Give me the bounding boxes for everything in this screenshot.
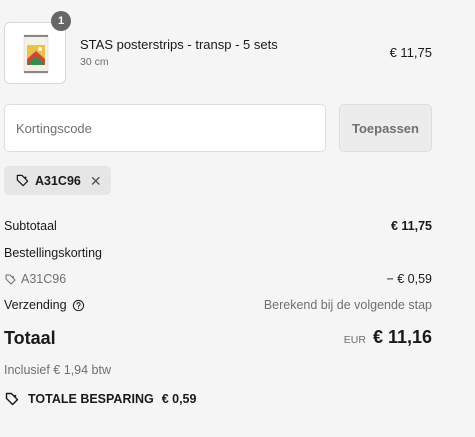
close-icon[interactable]: ✕ xyxy=(90,174,102,188)
product-variant: 30 cm xyxy=(80,56,109,68)
discount-code-input[interactable] xyxy=(4,104,326,152)
shipping-value: Berekend bij de volgende stap xyxy=(263,298,432,312)
order-discount-label: Bestellingskorting xyxy=(4,246,102,260)
total-currency: EUR xyxy=(343,334,366,346)
product-name: STAS posterstrips - transp - 5 sets xyxy=(80,37,278,52)
applied-discount-chip: A31C96 ✕ xyxy=(4,166,111,195)
applied-discount-code: A31C96 xyxy=(35,173,81,188)
subtotal-value: € 11,75 xyxy=(390,219,432,233)
help-circle-icon[interactable] xyxy=(72,299,85,312)
tag-icon xyxy=(15,173,30,188)
subtotal-label: Subtotaal xyxy=(4,219,57,233)
quantity-badge: 1 xyxy=(51,11,71,31)
total-label: Totaal xyxy=(4,328,56,348)
poster-thumbnail-icon xyxy=(23,34,49,74)
savings-value: € 0,59 xyxy=(161,392,197,406)
shipping-row: Verzending xyxy=(4,298,85,312)
total-value: € 11,16 xyxy=(372,327,432,347)
order-discount-code-row: A31C96 xyxy=(4,272,66,286)
total-savings: TOTALE BESPARING € 0,59 xyxy=(4,391,196,407)
tag-icon xyxy=(4,391,20,407)
apply-discount-button[interactable]: Toepassen xyxy=(339,104,432,152)
order-discount-code: A31C96 xyxy=(21,272,67,286)
order-discount-value: − € 0,59 xyxy=(386,272,432,286)
tag-icon xyxy=(4,273,17,286)
product-thumbnail xyxy=(4,22,66,84)
product-price: € 11,75 xyxy=(389,45,432,60)
total-amount: EUR € 11,16 xyxy=(344,327,432,348)
savings-label: TOTALE BESPARING xyxy=(28,392,154,406)
shipping-label: Verzending xyxy=(4,298,67,312)
tax-note: Inclusief € 1,94 btw xyxy=(4,363,112,377)
